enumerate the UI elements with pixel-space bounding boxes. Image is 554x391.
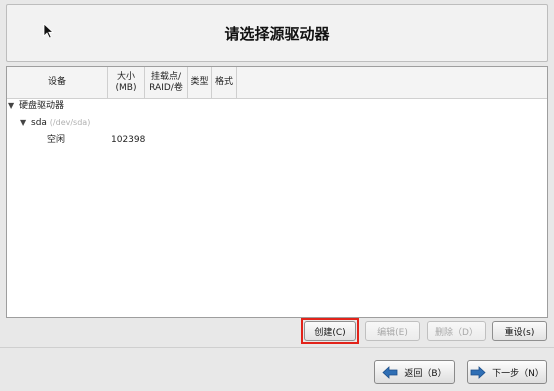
tree-row-hard-drives[interactable]: ▼ 硬盘驱动器 xyxy=(8,99,64,113)
tree-row-label: 硬盘驱动器 xyxy=(19,101,65,111)
highlight-box xyxy=(301,318,359,344)
arrow-left-icon xyxy=(382,365,398,379)
tree-row-free[interactable]: 空闲 xyxy=(47,133,65,147)
device-table[interactable]: 设备 大小 (MB) 挂载点/ RAID/卷 类型 格式 ▼ 硬盘驱动器 ▼ sda… xyxy=(6,66,548,318)
column-header-format[interactable]: 格式 xyxy=(212,67,237,98)
column-header-type[interactable]: 类型 xyxy=(188,67,212,98)
triangle-down-icon[interactable]: ▼ xyxy=(20,116,31,130)
table-header: 设备 大小 (MB) 挂载点/ RAID/卷 类型 格式 xyxy=(7,67,547,99)
divider xyxy=(0,347,554,348)
tree-row-label: sda xyxy=(31,118,47,128)
device-path: (/dev/sda) xyxy=(49,118,91,127)
column-header-mount[interactable]: 挂载点/ RAID/卷 xyxy=(145,67,188,98)
back-button[interactable]: 返回（B） xyxy=(374,360,455,384)
free-size-value: 102398 xyxy=(111,135,146,145)
next-button-label: 下一步（N） xyxy=(492,368,544,379)
reset-button[interactable]: 重设(s) xyxy=(492,321,547,341)
back-button-label: 返回（B） xyxy=(404,368,447,379)
arrow-right-icon xyxy=(470,365,486,379)
page-header: 请选择源驱动器 xyxy=(6,4,548,62)
page-title: 请选择源驱动器 xyxy=(224,25,330,43)
mouse-pointer-icon xyxy=(43,23,55,39)
triangle-down-icon[interactable]: ▼ xyxy=(8,99,19,113)
delete-button[interactable]: 删除（D） xyxy=(427,321,486,341)
column-header-size[interactable]: 大小 (MB) xyxy=(108,67,145,98)
column-header-device[interactable]: 设备 xyxy=(7,67,108,98)
next-button[interactable]: 下一步（N） xyxy=(467,360,547,384)
tree-row-label: 空闲 xyxy=(47,135,66,145)
tree-row-sda[interactable]: ▼ sda (/dev/sda) xyxy=(20,116,90,130)
edit-button[interactable]: 编辑(E) xyxy=(365,321,420,341)
